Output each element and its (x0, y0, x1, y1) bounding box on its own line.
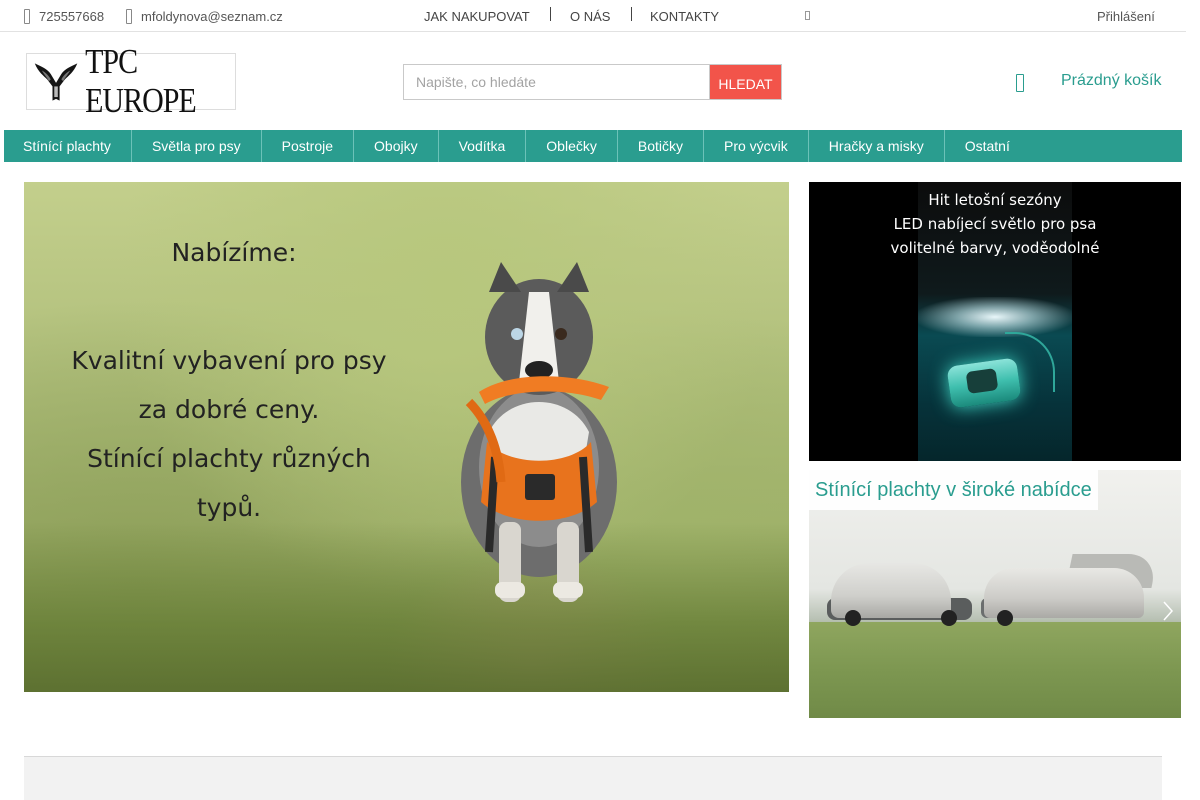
nav-link-o-nas[interactable]: O NÁS (570, 0, 610, 32)
login-link[interactable]: Přihlášení (1097, 0, 1155, 32)
chevron-right-icon[interactable] (1161, 600, 1175, 622)
email-address: mfoldynova@seznam.cz (141, 8, 283, 24)
wheel (941, 610, 957, 626)
hero-line: Stínící plachty různých (87, 444, 371, 473)
phone-number: 725557668 (39, 8, 105, 24)
category-pro-vycvik[interactable]: Pro výcvik (704, 130, 809, 162)
category-stinici-plachty[interactable]: Stínící plachty (4, 130, 132, 162)
wheel (845, 610, 861, 626)
hero-banner[interactable]: Nabízíme: Kvalitní vybavení pro psy za d… (24, 182, 789, 692)
search-input[interactable] (403, 64, 709, 100)
language-icon[interactable] (805, 11, 810, 20)
phone-icon (24, 8, 30, 24)
category-svetla-pro-psy[interactable]: Světla pro psy (132, 130, 262, 162)
promo-line: Hit letošní sezóny (928, 191, 1062, 209)
search-button[interactable]: HLEDAT (709, 64, 782, 100)
email-icon (126, 8, 132, 24)
promo-banner-tarps[interactable]: Stínící plachty v široké nabídce (809, 470, 1181, 718)
wheel (997, 610, 1013, 626)
cart-link[interactable]: Prázdný košík (1061, 72, 1161, 90)
logo-emblem-icon (34, 62, 78, 101)
led-device-detail (965, 368, 999, 394)
category-hracky-a-misky[interactable]: Hračky a misky (809, 130, 945, 162)
hero-line: Kvalitní vybavení pro psy (71, 346, 387, 375)
email-contact[interactable]: mfoldynova@seznam.cz (126, 0, 283, 32)
site-logo[interactable]: TPC EUROPE (26, 42, 236, 119)
hero-title: Nabízíme: (171, 238, 297, 267)
promo-water-splash (918, 297, 1072, 337)
cart-icon[interactable] (1016, 74, 1024, 92)
nav-separator (631, 7, 632, 21)
top-bar: 725557668 mfoldynova@seznam.cz JAK NAKUP… (0, 0, 1186, 32)
tarps-field (809, 622, 1181, 718)
hero-grass (24, 522, 789, 692)
category-voditka[interactable]: Vodítka (439, 130, 527, 162)
bottom-section (24, 756, 1162, 800)
nav-separator (550, 7, 551, 21)
hero-text-block: Kvalitní vybavení pro psy za dobré ceny.… (24, 336, 434, 532)
logo-text: TPC EUROPE (85, 42, 197, 120)
nav-link-jak-nakupovat[interactable]: JAK NAKUPOVAT (424, 0, 530, 32)
search-form: HLEDAT (403, 64, 782, 100)
category-ostatni[interactable]: Ostatní (945, 130, 1030, 162)
promo-line: volitelné barvy, voděodolné (890, 239, 1100, 257)
hero-line: za dobré ceny. (138, 395, 320, 424)
phone-contact[interactable]: 725557668 (24, 0, 104, 32)
category-postroje[interactable]: Postroje (262, 130, 355, 162)
category-boticky[interactable]: Botičky (618, 130, 704, 162)
category-nav: Stínící plachty Světla pro psy Postroje … (4, 130, 1182, 162)
category-obojky[interactable]: Obojky (354, 130, 439, 162)
dog-illustration (461, 262, 617, 602)
tarps-caption: Stínící plachty v široké nabídce (809, 470, 1098, 510)
promo-banner-led-light[interactable]: Hit letošní sezóny LED nabíjecí světlo p… (809, 182, 1181, 461)
hero-line: typů. (196, 493, 262, 522)
category-oblecky[interactable]: Oblečky (526, 130, 618, 162)
promo-line: LED nabíjecí světlo pro psa (893, 215, 1097, 233)
nav-link-kontakty[interactable]: KONTAKTY (650, 0, 719, 32)
